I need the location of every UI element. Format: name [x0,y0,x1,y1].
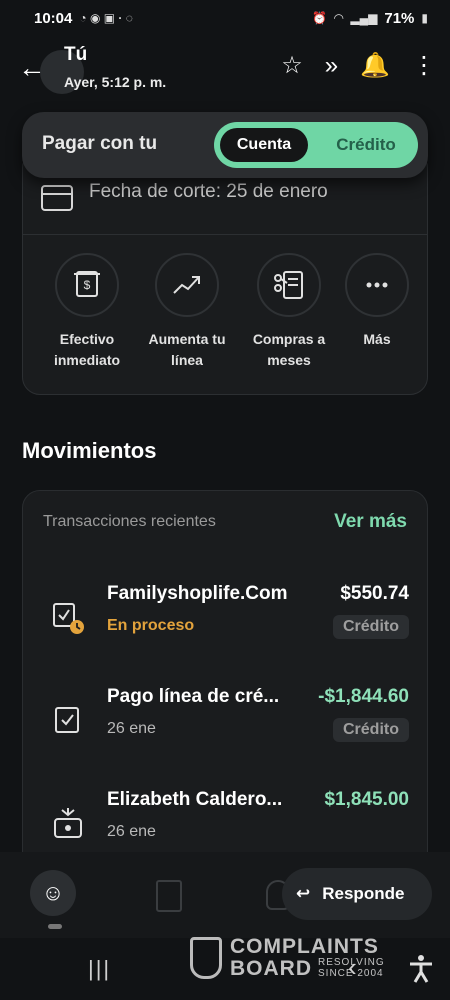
transaction-name: Pago línea de cré... [107,686,280,707]
account-credit-segment: Cuenta Crédito [214,122,418,168]
transactions-card: Transacciones recientes Ver más Familysh… [22,490,428,870]
watermark-tag: SINCE 2004 [318,968,384,979]
cash-icon: $ [55,253,119,317]
calendar-icon [41,185,73,211]
contact-name: Tú [64,44,88,65]
transaction-amount: $1,845.00 [324,789,409,810]
pay-with-label: Pagar con tu [42,133,158,154]
action-label: Compras a [252,331,326,347]
cutoff-date: Fecha de corte: 25 de enero [89,181,328,202]
action-label: inmediato [53,352,121,368]
transaction-amount: $550.74 [340,583,409,604]
status-bar: 10:04 ◔ ◉ ▣ · ◌ ⏰ ◠ ▂▄▆ 71% ▮ [0,0,450,36]
see-more-link[interactable]: Ver más [334,511,407,533]
message-time: Ayer, 5:12 p. m. [64,74,167,90]
incoming-transfer-icon [54,808,82,838]
more-icon [345,253,409,317]
bell-icon: 🔔 [360,52,390,79]
panel-icon [156,880,182,912]
more-vert-icon[interactable]: ⋮ [412,52,436,80]
action-more[interactable]: Más [327,253,427,350]
watermark-tag: RESOLVING [318,957,385,968]
reply-bar: ☺ ↩ Responde [0,852,450,938]
svg-text:$: $ [84,278,91,292]
reply-button[interactable]: ↩ Responde [282,868,432,920]
quick-actions: $ Efectivo inmediato Aumenta tu línea Comp… [23,243,427,383]
wifi-icon: ◠ [334,11,344,25]
check-icon [55,707,79,733]
watermark-line1: COMPLAINTS [230,935,379,958]
account-card: Fecha de corte: 25 de enero $ Efectivo in… [22,150,428,395]
transaction-row[interactable]: Familyshoplife.Com En proceso $550.74 Cr… [23,583,427,683]
action-increase-line[interactable]: Aumenta tu línea [137,253,237,371]
action-label: Aumenta tu [148,331,226,347]
star-icon[interactable]: ☆ [281,52,303,80]
segment-credito[interactable]: Crédito [318,128,414,162]
transaction-date: 26 ene [107,823,156,840]
movimientos-title: Movimientos [22,438,157,463]
pending-check-icon [53,603,84,634]
recent-transactions-label: Transacciones recientes [43,513,216,530]
cutoff-row: Fecha de corte: 25 de enero [23,177,427,235]
trend-up-icon [155,253,219,317]
transaction-amount: -$1,844.60 [318,686,409,707]
notification-icons: ◔ ◉ ▣ · ◌ [79,11,133,25]
transaction-badge: Crédito [333,718,409,742]
transaction-badge: Crédito [333,615,409,639]
reply-arrow-icon: ↩ [296,884,311,903]
alarm-icon: ⏰ [312,11,328,25]
transaction-name: Familyshoplife.Com [107,583,288,604]
action-label: Efectivo [59,331,115,347]
battery-icon: ▮ [421,11,428,25]
status-time: 10:04 [34,9,73,27]
recents-icon[interactable]: ||| [88,956,111,982]
watermark-line2: BOARD [230,957,312,980]
watermark-logo [190,936,222,979]
active-tab-indicator [48,924,62,929]
transaction-status: En proceso [107,617,195,634]
pay-with-toggle: Pagar con tu Cuenta Crédito [22,112,428,178]
receipt-scissors-icon [257,253,321,317]
action-label: meses [267,352,311,368]
accessibility-icon[interactable] [408,954,434,984]
segment-cuenta[interactable]: Cuenta [220,128,308,162]
transaction-date: 26 ene [107,720,156,737]
emoji-add-icon[interactable]: ☺ [30,870,76,916]
signal-icon: ▂▄▆ [350,11,378,25]
battery-percent: 71% [384,9,415,27]
watermark: COMPLAINTS BOARD RESOLVING SINCE 2004 [190,936,385,979]
action-label: línea [171,352,203,368]
action-label: Más [363,331,391,347]
action-monthly-purchases[interactable]: Compras a meses [239,253,339,371]
reply-label: Responde [322,884,405,903]
chat-header: ← Tú Ayer, 5:12 p. m. ☆ » 🔔 ⋮ [0,36,450,106]
forward-icon[interactable]: » [325,52,338,80]
transaction-row[interactable]: Pago línea de cré... 26 ene -$1,844.60 C… [23,686,427,786]
action-cash[interactable]: $ Efectivo inmediato [37,253,137,371]
transaction-name: Elizabeth Caldero... [107,789,283,810]
